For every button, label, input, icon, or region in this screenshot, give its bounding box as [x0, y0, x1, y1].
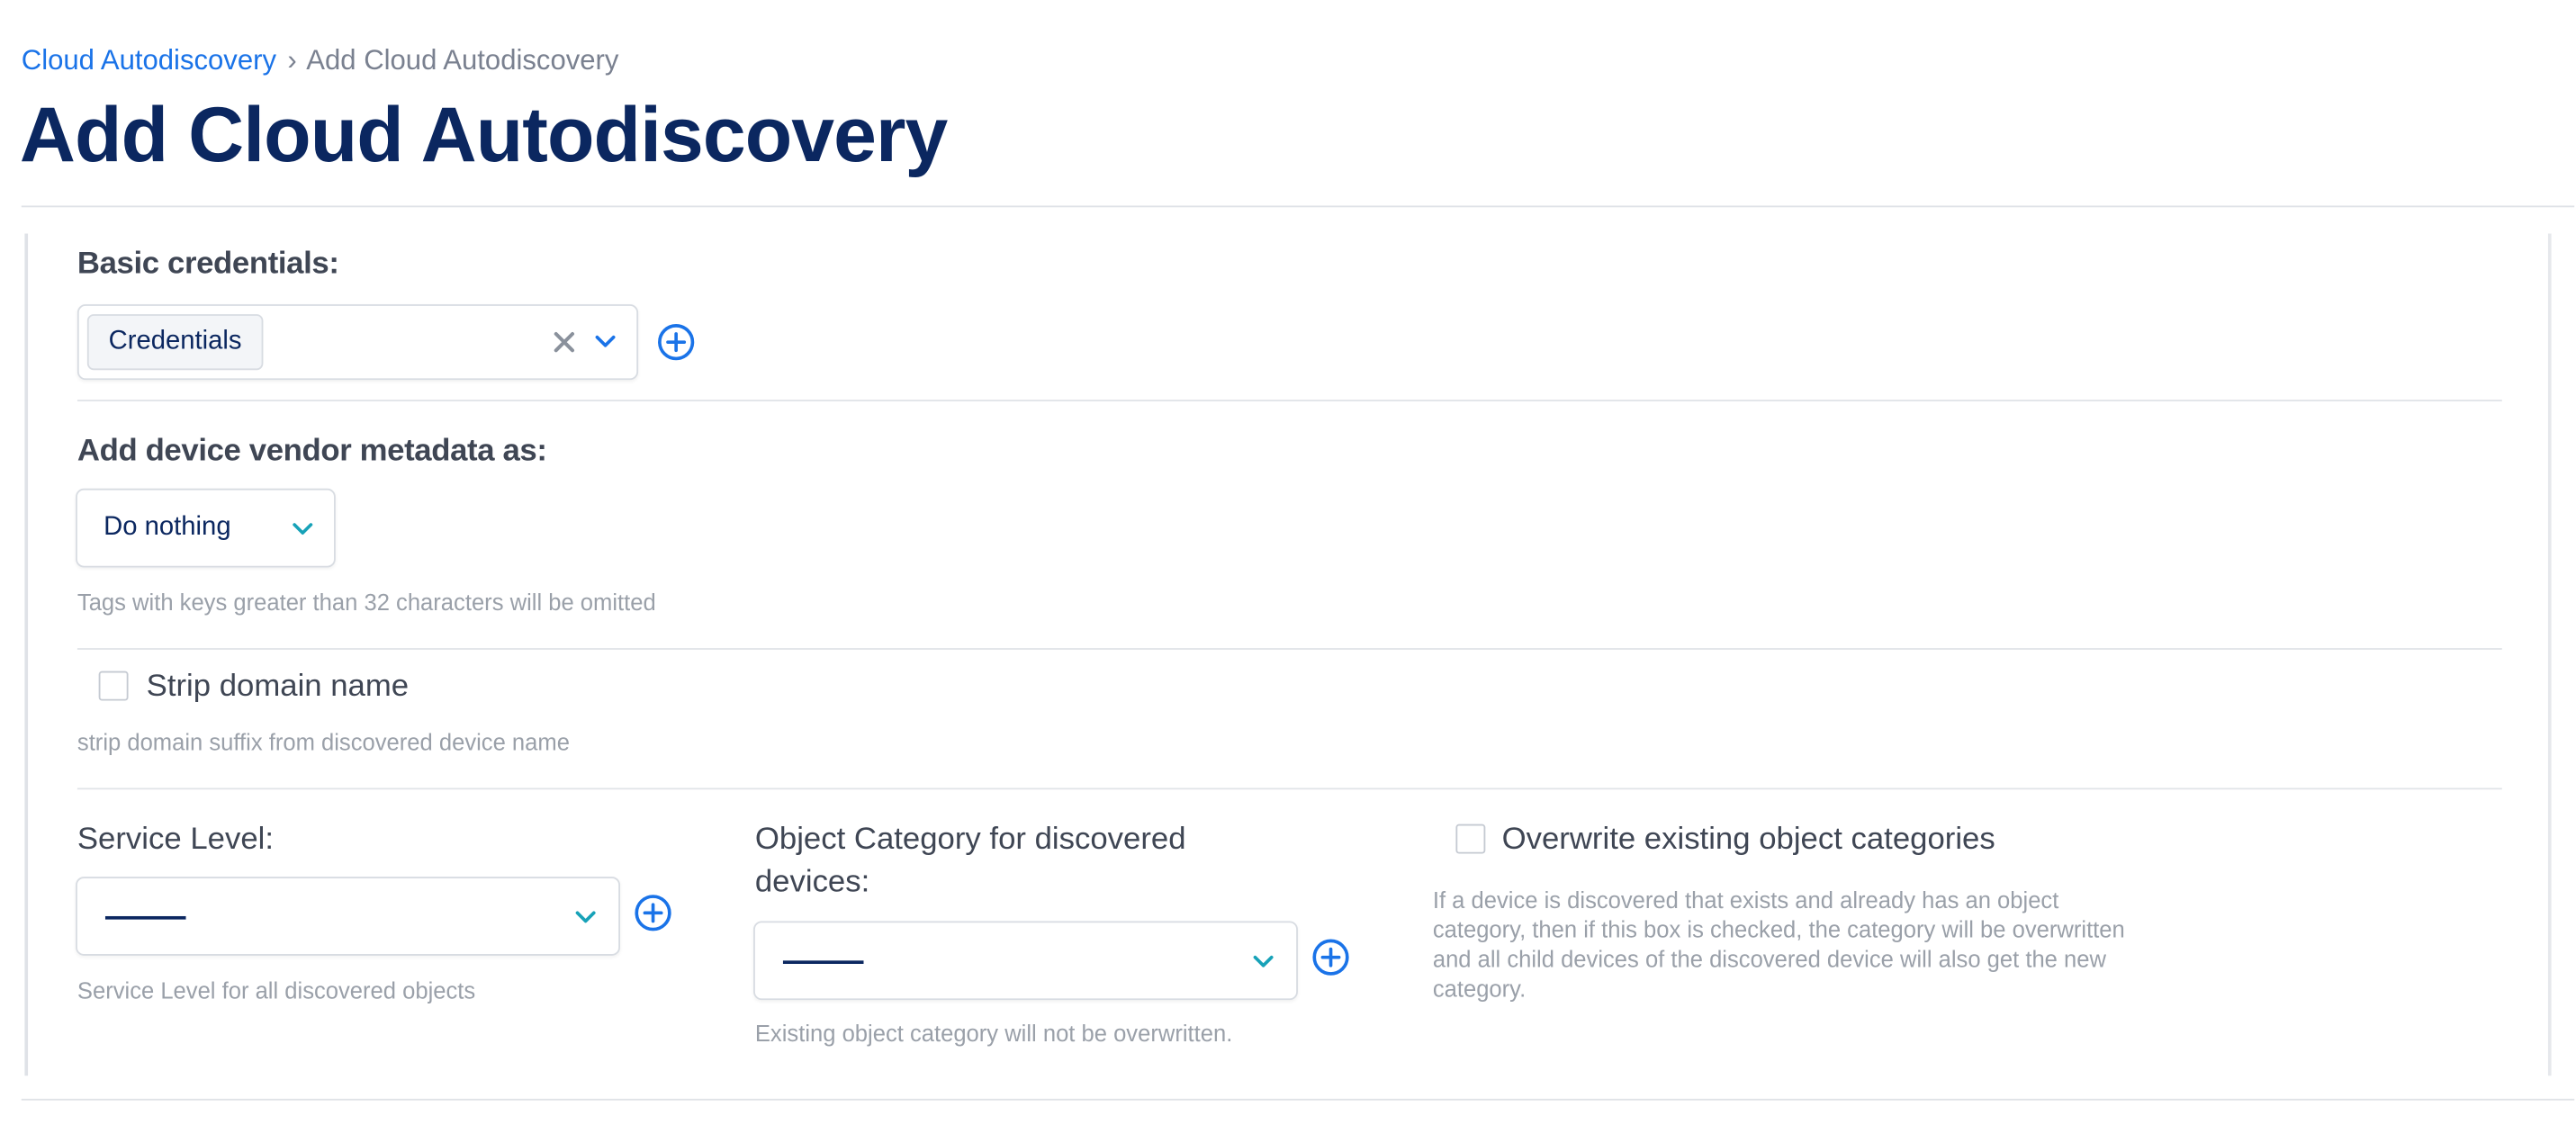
basic-credentials-label: Basic credentials:	[77, 247, 339, 282]
bottom-divider	[21, 1098, 2575, 1101]
overwrite-categories-checkbox[interactable]	[1455, 824, 1486, 854]
close-icon[interactable]	[553, 330, 576, 354]
title-divider	[21, 205, 2575, 208]
service-level-placeholder	[104, 915, 186, 919]
vendor-metadata-value: Do nothing	[104, 513, 231, 542]
page: Cloud Autodiscovery › Add Cloud Autodisc…	[0, 0, 2576, 1125]
panel-left-border	[24, 233, 29, 1076]
add-service-level-plus-icon[interactable]	[634, 893, 673, 932]
panel-right-border	[2547, 233, 2552, 1076]
strip-domain-hint: strip domain suffix from discovered devi…	[77, 728, 570, 755]
strip-domain-label[interactable]: Strip domain name	[147, 670, 409, 706]
object-category-hint: Existing object category will not be ove…	[754, 1020, 1233, 1047]
credentials-chip[interactable]: Credentials	[86, 314, 264, 371]
object-category-placeholder	[782, 960, 864, 964]
strip-domain-checkbox[interactable]	[98, 670, 129, 701]
section-divider	[77, 648, 2502, 650]
object-category-label-line2: devices:	[754, 865, 870, 900]
overwrite-categories-hint-line3: and all child devices of the discovered …	[1432, 945, 2106, 973]
basic-credentials-select[interactable]: Credentials	[77, 304, 639, 381]
object-category-label-line1: Object Category for discovered	[754, 822, 1186, 858]
service-level-hint: Service Level for all discovered objects	[77, 976, 476, 1004]
service-level-label: Service Level:	[77, 822, 275, 858]
vendor-metadata-select[interactable]: Do nothing	[76, 488, 336, 568]
object-category-select[interactable]	[753, 921, 1298, 1001]
overwrite-categories-hint-line4: category.	[1432, 975, 1527, 1003]
add-object-category-plus-icon[interactable]	[1311, 938, 1351, 977]
chevron-down-icon[interactable]	[291, 521, 314, 537]
breadcrumb-link-cloud-autodiscovery[interactable]: Cloud Autodiscovery	[22, 44, 276, 76]
vendor-metadata-hint: Tags with keys greater than 32 character…	[77, 589, 656, 616]
breadcrumb: Cloud Autodiscovery › Add Cloud Autodisc…	[22, 44, 619, 77]
service-level-select[interactable]	[76, 877, 621, 956]
overwrite-categories-hint-line2: category, then if this box is checked, t…	[1432, 915, 2125, 943]
chevron-down-icon[interactable]	[1252, 954, 1275, 970]
chevron-down-icon[interactable]	[574, 910, 598, 926]
breadcrumb-separator: ›	[287, 44, 297, 76]
breadcrumb-current: Add Cloud Autodiscovery	[306, 44, 619, 76]
overwrite-categories-label[interactable]: Overwrite existing object categories	[1502, 823, 1995, 859]
add-credentials-plus-icon[interactable]	[656, 322, 696, 362]
page-title: Add Cloud Autodiscovery	[19, 90, 948, 178]
overwrite-categories-hint-line1: If a device is discovered that exists an…	[1432, 886, 2059, 914]
section-divider	[77, 400, 2502, 401]
vendor-metadata-label: Add device vendor metadata as:	[77, 434, 547, 469]
chevron-down-icon[interactable]	[594, 334, 617, 350]
section-divider	[77, 788, 2502, 790]
